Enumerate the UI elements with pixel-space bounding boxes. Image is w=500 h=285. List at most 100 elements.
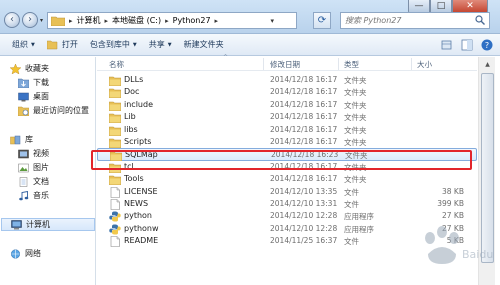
file-row-python[interactable]: python 2014/12/10 12:28 应用程序 27 KB	[97, 210, 477, 223]
file-row-scripts[interactable]: Scripts 2014/12/18 16:17 文件夹	[97, 136, 477, 149]
breadcrumb-computer[interactable]: 计算机	[77, 15, 101, 26]
address-bar[interactable]: ▸ 计算机 ▸ 本地磁盘 (C:) ▸ Python27 ▸ ▾	[47, 12, 297, 29]
file-type: 文件夹	[345, 151, 368, 161]
file-type: 文件夹	[344, 162, 367, 172]
refresh-button[interactable]: ⟳	[313, 12, 331, 29]
folder-icon	[51, 16, 65, 26]
sidebar-item-pictures[interactable]: 图片	[18, 161, 49, 174]
sidebar-item-recent[interactable]: 最近访问的位置	[18, 104, 89, 117]
search-icon[interactable]	[475, 15, 485, 25]
file-modified-date: 2014/12/18 16:17	[270, 124, 338, 134]
file-name: README	[124, 236, 159, 246]
file-row-dlls[interactable]: DLLs 2014/12/18 16:17 文件夹	[97, 74, 477, 87]
chevron-right-icon[interactable]: ▸	[105, 17, 109, 25]
scroll-up-icon[interactable]: ▲	[480, 58, 495, 72]
column-divider[interactable]	[338, 58, 339, 70]
document-library-icon	[19, 176, 28, 187]
sidebar-item-documents[interactable]: 文档	[18, 175, 49, 188]
title-bar: — □ ✕ ‹ › ▾ ▸ 计算机 ▸ 本地磁盘 (C:) ▸ Python27…	[0, 0, 500, 34]
file-size: 27 KB	[442, 211, 464, 221]
file-row-tools[interactable]: Tools 2014/12/18 16:17 文件夹	[97, 173, 477, 186]
sidebar-item-favorites[interactable]: 收藏夹	[10, 62, 49, 75]
file-type: 文件夹	[344, 76, 367, 85]
search-input[interactable]	[341, 13, 466, 28]
file-icon	[109, 199, 121, 210]
back-button[interactable]: ‹	[4, 12, 20, 28]
sidebar-item-label: 音乐	[33, 191, 49, 200]
sidebar-item-libraries[interactable]: 库	[10, 133, 33, 146]
file-name: python	[124, 211, 152, 221]
file-type: 文件	[344, 200, 359, 209]
change-view-icon[interactable]	[440, 38, 454, 52]
chevron-right-icon[interactable]: ▸	[215, 17, 219, 25]
new-folder-button[interactable]: 新建文件夹	[184, 39, 224, 50]
file-type: 应用程序	[344, 212, 374, 222]
breadcrumb-drive-c[interactable]: 本地磁盘 (C:)	[112, 15, 161, 26]
file-row-news[interactable]: NEWS 2014/12/10 13:31 文件 399 KB	[97, 198, 477, 211]
organize-menu[interactable]: 组织 ▼	[12, 39, 35, 50]
file-row-doc[interactable]: Doc 2014/12/18 16:17 文件夹	[97, 86, 477, 99]
file-row-readme[interactable]: README 2014/11/25 16:37 文件 5 KB	[97, 235, 477, 248]
file-row-pythonw[interactable]: pythonw 2014/12/10 12:28 应用程序 27 KB	[97, 223, 477, 236]
sidebar-item-network[interactable]: 网络	[10, 247, 41, 260]
file-name: LICENSE	[124, 186, 158, 196]
column-header-type[interactable]: 类型	[344, 59, 359, 70]
sidebar-item-videos[interactable]: 视频	[18, 147, 49, 160]
breadcrumb-python27[interactable]: Python27	[173, 16, 211, 25]
chevron-down-icon: ▼	[132, 41, 137, 48]
file-row-license[interactable]: LICENSE 2014/12/10 13:35 文件 38 KB	[97, 186, 477, 199]
file-row-sqlmap[interactable]: SQLMap 2014/12/18 16:23 文件夹	[97, 148, 477, 162]
sidebar-item-desktop[interactable]: 桌面	[18, 90, 49, 103]
vertical-scrollbar[interactable]: ▲	[478, 57, 495, 285]
file-name: Tools	[124, 174, 144, 184]
column-header-row: ^ 名称 修改日期 类型 大小	[97, 54, 477, 71]
chevron-right-icon[interactable]: ▸	[165, 17, 169, 25]
sidebar-item-computer[interactable]: 计算机	[1, 218, 95, 231]
file-row-libs[interactable]: libs 2014/12/18 16:17 文件夹	[97, 124, 477, 137]
file-modified-date: 2014/12/10 13:31	[270, 199, 338, 208]
sidebar-item-label: 视频	[33, 149, 49, 158]
toolbar-right-icons: ?	[440, 38, 494, 52]
desktop-icon	[18, 92, 29, 101]
python-icon	[109, 224, 121, 235]
folder-icon	[108, 137, 122, 149]
column-header-name[interactable]: 名称	[109, 59, 124, 70]
column-header-size[interactable]: 大小	[417, 59, 432, 70]
file-name: libs	[124, 124, 138, 134]
file-name: pythonw	[124, 223, 159, 233]
chevron-down-icon: ▼	[167, 41, 172, 48]
open-label: 打开	[61, 40, 78, 49]
file-row-tcl[interactable]: tcl 2014/12/18 16:17 文件夹	[97, 161, 477, 174]
file-modified-date: 2014/12/18 16:17	[270, 87, 338, 97]
column-header-modified[interactable]: 修改日期	[270, 59, 300, 70]
music-library-icon	[19, 190, 29, 200]
picture-library-icon	[18, 163, 29, 172]
search-box[interactable]	[340, 12, 490, 29]
computer-icon	[11, 219, 22, 229]
file-type: 文件夹	[344, 125, 367, 135]
sidebar-item-music[interactable]: 音乐	[18, 189, 49, 202]
file-name: Scripts	[124, 137, 152, 146]
sidebar-item-downloads[interactable]: 下载	[18, 76, 49, 89]
star-icon	[10, 63, 21, 74]
scrollbar-thumb[interactable]	[481, 73, 494, 263]
open-button[interactable]: 打开	[46, 39, 78, 50]
folder-icon	[108, 125, 122, 136]
history-dropdown[interactable]: ▾	[40, 17, 46, 24]
forward-button[interactable]: ›	[22, 12, 38, 28]
file-modified-date: 2014/12/18 16:17	[270, 99, 338, 109]
help-icon[interactable]: ?	[480, 38, 494, 52]
file-row-lib[interactable]: Lib 2014/12/18 16:17 文件夹	[97, 111, 477, 124]
file-type: 文件夹	[344, 100, 367, 110]
column-divider[interactable]	[411, 58, 412, 70]
address-dropdown-icon[interactable]: ▾	[270, 17, 274, 25]
network-icon	[10, 248, 21, 259]
file-size: 5 KB	[446, 236, 464, 246]
share-menu[interactable]: 共享 ▼	[149, 39, 172, 50]
file-modified-date: 2014/12/18 16:17	[270, 174, 338, 184]
file-modified-date: 2014/12/18 16:17	[270, 75, 338, 84]
file-row-include[interactable]: include 2014/12/18 16:17 文件夹	[97, 99, 477, 112]
column-divider[interactable]	[263, 58, 264, 70]
preview-pane-icon[interactable]	[460, 38, 474, 52]
include-in-library-menu[interactable]: 包含到库中 ▼	[90, 39, 137, 50]
